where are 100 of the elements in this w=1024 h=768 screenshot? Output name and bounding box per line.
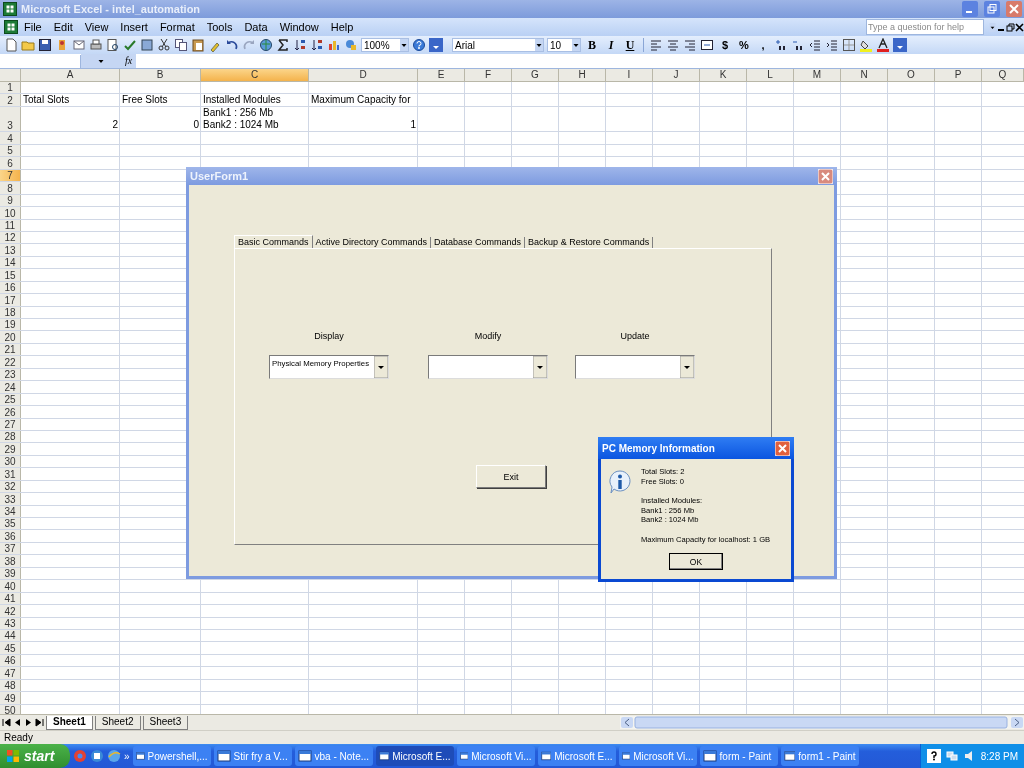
new-document-icon[interactable] bbox=[4, 38, 18, 52]
menu-item[interactable]: Insert bbox=[114, 21, 154, 33]
column-header[interactable]: F bbox=[465, 69, 512, 82]
close-button[interactable] bbox=[1015, 22, 1024, 32]
spelling-icon[interactable] bbox=[123, 38, 137, 52]
next-sheet-icon[interactable] bbox=[24, 718, 33, 727]
row-header[interactable]: 13 bbox=[0, 244, 21, 256]
save-icon[interactable] bbox=[38, 38, 52, 52]
restore-button[interactable] bbox=[1006, 22, 1015, 32]
row-header[interactable]: 40 bbox=[0, 580, 21, 592]
row-header[interactable]: 8 bbox=[0, 182, 21, 194]
row-header[interactable]: 1 bbox=[0, 82, 21, 94]
menu-item[interactable]: Window bbox=[273, 21, 325, 33]
zoom-field[interactable]: 100% bbox=[361, 38, 409, 52]
row-header[interactable]: 11 bbox=[0, 219, 21, 231]
font-size-field[interactable]: 10 bbox=[547, 38, 581, 52]
spreadsheet-icon[interactable] bbox=[4, 20, 18, 34]
scissors-icon[interactable] bbox=[157, 38, 171, 52]
toolbar-options-icon[interactable] bbox=[429, 38, 443, 52]
help-search-field[interactable]: Type a question for help bbox=[866, 19, 984, 35]
fill-color-icon[interactable] bbox=[859, 38, 873, 52]
first-sheet-icon[interactable] bbox=[2, 718, 11, 727]
row-header[interactable]: 43 bbox=[0, 617, 21, 629]
last-sheet-icon[interactable] bbox=[35, 718, 44, 727]
row-header[interactable]: 6 bbox=[0, 157, 21, 169]
row-header[interactable]: 29 bbox=[0, 443, 21, 455]
column-header[interactable]: K bbox=[700, 69, 747, 82]
percent-button[interactable]: % bbox=[736, 37, 752, 53]
increase-indent-icon[interactable] bbox=[825, 38, 839, 52]
row-header[interactable]: 15 bbox=[0, 269, 21, 281]
help-icon[interactable] bbox=[926, 749, 941, 763]
overflow-chevron[interactable]: » bbox=[124, 750, 130, 762]
clipboard-icon[interactable] bbox=[191, 38, 205, 52]
sum-icon[interactable] bbox=[276, 38, 290, 52]
align-left-icon[interactable] bbox=[649, 38, 663, 52]
bold-button[interactable]: B bbox=[584, 37, 600, 53]
column-header[interactable]: H bbox=[559, 69, 606, 82]
taskbar-button[interactable]: form - Paint bbox=[699, 746, 778, 766]
menu-item[interactable]: Edit bbox=[47, 21, 79, 33]
previous-sheet-icon[interactable] bbox=[13, 718, 22, 727]
taskbar-button[interactable]: form1 - Paint bbox=[780, 746, 859, 766]
tab[interactable]: Backup & Restore Commands bbox=[525, 237, 654, 248]
sheet-tab[interactable]: Sheet3 bbox=[142, 715, 189, 730]
row-header[interactable]: 42 bbox=[0, 605, 21, 617]
column-header[interactable]: O bbox=[888, 69, 935, 82]
taskbar-button[interactable]: Powershell,... bbox=[132, 746, 211, 766]
tab[interactable]: Database Commands bbox=[431, 237, 526, 248]
exit-button[interactable]: Exit bbox=[476, 465, 546, 488]
row-header[interactable]: 24 bbox=[0, 381, 21, 393]
globe-icon[interactable] bbox=[107, 749, 121, 763]
dropdown-field[interactable] bbox=[575, 355, 695, 379]
row-header[interactable]: 4 bbox=[0, 132, 21, 144]
mail-icon[interactable] bbox=[72, 38, 86, 52]
column-header[interactable]: C bbox=[201, 69, 309, 82]
menu-item[interactable]: Help bbox=[324, 21, 360, 33]
row-header[interactable]: 31 bbox=[0, 468, 21, 480]
column-header[interactable]: N bbox=[841, 69, 888, 82]
row-header[interactable]: 36 bbox=[0, 530, 21, 542]
horizontal-scrollbar[interactable] bbox=[620, 716, 1024, 729]
taskbar-button[interactable]: Microsoft Vi... bbox=[618, 746, 697, 766]
taskbar-button[interactable]: Microsoft E... bbox=[537, 746, 616, 766]
column-header[interactable]: P bbox=[935, 69, 982, 82]
menu-item[interactable]: File bbox=[18, 21, 48, 33]
toolbar-options-icon[interactable] bbox=[893, 38, 907, 52]
dropdown-field[interactable] bbox=[428, 355, 548, 379]
decrease-indent-icon[interactable] bbox=[808, 38, 822, 52]
print-icon[interactable] bbox=[89, 38, 103, 52]
font-field[interactable]: Arial bbox=[452, 38, 544, 52]
print-preview-icon[interactable] bbox=[106, 38, 120, 52]
comma-button[interactable]: , bbox=[755, 37, 771, 53]
shapes-icon[interactable] bbox=[344, 38, 358, 52]
row-header[interactable]: 45 bbox=[0, 642, 21, 654]
copy-icon[interactable] bbox=[174, 38, 188, 52]
merge-center-icon[interactable] bbox=[700, 38, 714, 52]
column-header[interactable]: A bbox=[21, 69, 120, 82]
row-header[interactable]: 20 bbox=[0, 331, 21, 343]
row-header[interactable]: 22 bbox=[0, 356, 21, 368]
tab[interactable]: Active Directory Commands bbox=[312, 237, 432, 248]
decrease-decimal-icon[interactable] bbox=[791, 38, 805, 52]
menu-item[interactable]: Format bbox=[153, 21, 201, 33]
bar-chart-icon[interactable] bbox=[327, 38, 341, 52]
row-header[interactable]: 47 bbox=[0, 667, 21, 679]
row-header[interactable]: 27 bbox=[0, 418, 21, 430]
taskbar-button[interactable]: Microsoft Vi... bbox=[456, 746, 535, 766]
column-header[interactable]: D bbox=[309, 69, 418, 82]
column-header[interactable]: G bbox=[512, 69, 559, 82]
column-header[interactable]: E bbox=[418, 69, 465, 82]
sheet-tab[interactable]: Sheet2 bbox=[94, 715, 141, 730]
row-header[interactable]: 3 bbox=[0, 107, 21, 132]
column-header[interactable]: M bbox=[794, 69, 841, 82]
currency-button[interactable]: $ bbox=[717, 37, 733, 53]
menu-item[interactable]: Tools bbox=[200, 21, 239, 33]
taskbar-button[interactable]: Stir fry a V... bbox=[213, 746, 292, 766]
column-header[interactable]: L bbox=[747, 69, 794, 82]
sort-ascending-icon[interactable] bbox=[293, 38, 307, 52]
font-color-icon[interactable] bbox=[876, 38, 890, 52]
underline-button[interactable]: U bbox=[622, 37, 638, 53]
align-center-icon[interactable] bbox=[666, 38, 680, 52]
undo-icon[interactable] bbox=[225, 38, 239, 52]
row-header[interactable]: 49 bbox=[0, 692, 21, 704]
